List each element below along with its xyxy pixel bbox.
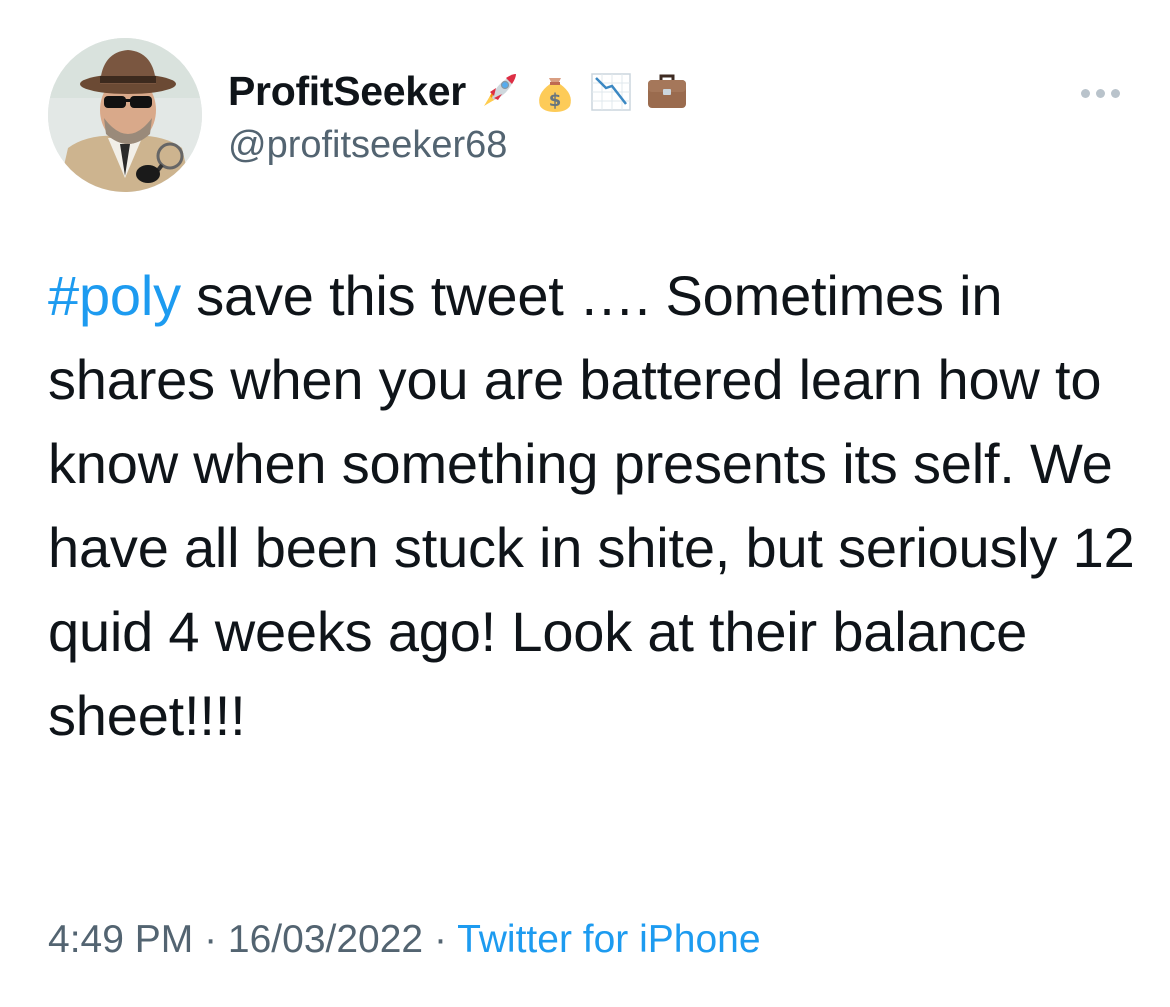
rocket-emoji [476,68,522,114]
user-handle[interactable]: @profitseeker68 [228,124,690,167]
chart-decreasing-emoji [588,68,634,114]
hashtag-link[interactable]: #poly [48,264,181,327]
briefcase-emoji [644,68,690,114]
user-names: ProfitSeeker $ @profitseeker68 [228,64,690,167]
meta-separator: · [423,918,458,961]
display-name[interactable]: ProfitSeeker [228,68,466,115]
more-dot-icon [1095,88,1105,98]
more-options-button[interactable] [1072,78,1128,108]
tweet-body: save this tweet …. Sometimes in shares w… [48,264,1135,747]
tweet-time[interactable]: 4:49 PM [48,918,193,961]
tweet-date[interactable]: 16/03/2022 [228,918,423,961]
avatar[interactable] [48,38,202,192]
tweet-header: ProfitSeeker $ @profitseeker68 [48,38,1128,198]
tweet-source-link[interactable]: Twitter for iPhone [457,918,760,961]
money-bag-emoji: $ [532,68,578,114]
svg-text:$: $ [549,90,562,111]
display-name-row: ProfitSeeker $ [228,64,690,118]
avatar-image [48,38,202,192]
more-dot-icon [1110,88,1120,98]
tweet-metadata: 4:49 PM · 16/03/2022 · Twitter for iPhon… [48,918,761,962]
tweet-text: #poly save this tweet …. Sometimes in sh… [48,254,1138,758]
more-dot-icon [1080,88,1090,98]
tweet-card: ProfitSeeker $ @profitseeker68 #poly sav… [0,0,1170,1007]
meta-separator: · [193,918,228,961]
